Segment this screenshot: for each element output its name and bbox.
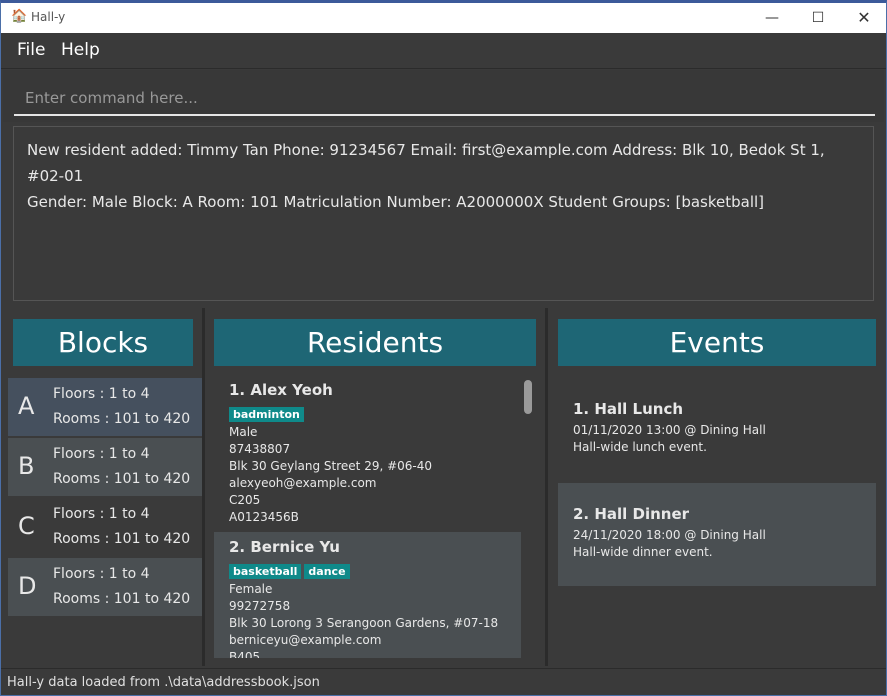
event-name: 1. Hall Lunch bbox=[573, 400, 684, 418]
block-floors: Floors : 1 to 4 bbox=[53, 386, 150, 402]
residents-header: Residents bbox=[214, 319, 536, 366]
block-letter: D bbox=[18, 572, 37, 600]
resident-address: Blk 30 Geylang Street 29, #06-40 bbox=[229, 459, 433, 473]
events-header: Events bbox=[558, 319, 876, 366]
result-line-1: New resident added: Timmy Tan Phone: 912… bbox=[27, 141, 825, 185]
block-card[interactable]: C Floors : 1 to 4 Rooms : 101 to 420 bbox=[8, 498, 202, 556]
tag-badge: basketball bbox=[229, 564, 302, 579]
resident-room: B405 bbox=[229, 650, 261, 658]
menu-bar: File Help bbox=[1, 33, 886, 69]
block-rooms: Rooms : 101 to 420 bbox=[53, 591, 191, 607]
event-name: 2. Hall Dinner bbox=[573, 505, 690, 523]
maximize-button[interactable]: ☐ bbox=[795, 3, 841, 33]
resident-room: C205 bbox=[229, 493, 261, 507]
block-card[interactable]: A Floors : 1 to 4 Rooms : 101 to 420 bbox=[8, 378, 202, 436]
block-rooms: Rooms : 101 to 420 bbox=[53, 471, 191, 487]
title-bar: 🏠 Hall-y — ☐ ✕ bbox=[1, 3, 886, 33]
event-time-venue: 24/11/2020 18:00 @ Dining Hall bbox=[573, 528, 766, 542]
resident-address: Blk 30 Lorong 3 Serangoon Gardens, #07-1… bbox=[229, 616, 499, 630]
resident-phone: 99272758 bbox=[229, 599, 291, 613]
block-rooms: Rooms : 101 to 420 bbox=[53, 411, 191, 427]
status-bar: Hall-y data loaded from .\data\addressbo… bbox=[1, 668, 886, 695]
block-card[interactable]: B Floors : 1 to 4 Rooms : 101 to 420 bbox=[8, 438, 202, 496]
minimize-button[interactable]: — bbox=[749, 3, 795, 33]
window-title: Hall-y bbox=[31, 10, 66, 24]
resident-gender: Male bbox=[229, 425, 258, 439]
block-letter: B bbox=[18, 452, 35, 480]
resident-name: 1. Alex Yeoh bbox=[229, 381, 333, 399]
result-display: New resident added: Timmy Tan Phone: 912… bbox=[13, 126, 874, 301]
app-window: 🏠 Hall-y — ☐ ✕ File Help New resident ad… bbox=[0, 0, 887, 696]
close-button[interactable]: ✕ bbox=[841, 3, 886, 33]
block-letter: C bbox=[18, 512, 35, 540]
command-input[interactable] bbox=[14, 82, 875, 116]
resident-matric: A0123456B bbox=[229, 510, 299, 524]
block-floors: Floors : 1 to 4 bbox=[53, 566, 150, 582]
tag-badge: dance bbox=[304, 564, 350, 579]
blocks-header: Blocks bbox=[13, 319, 193, 366]
resident-tags: badminton bbox=[229, 403, 506, 422]
block-rooms: Rooms : 101 to 420 bbox=[53, 531, 191, 547]
resident-phone: 87438807 bbox=[229, 442, 291, 456]
house-icon: 🏠 bbox=[11, 9, 28, 24]
menu-help[interactable]: Help bbox=[61, 40, 100, 60]
event-description: Hall-wide lunch event. bbox=[573, 440, 707, 454]
event-card[interactable]: 1. Hall Lunch 01/11/2020 13:00 @ Dining H… bbox=[558, 378, 876, 481]
tag-badge: badminton bbox=[229, 407, 304, 422]
command-box bbox=[3, 70, 884, 122]
block-floors: Floors : 1 to 4 bbox=[53, 446, 150, 462]
residents-list: 1. Alex Yeoh badminton Male 87438807 Blk 30 … bbox=[214, 375, 536, 658]
resident-card[interactable]: 1. Alex Yeoh badminton Male 87438807 Blk 30 … bbox=[214, 375, 521, 532]
resident-email: berniceyu@example.com bbox=[229, 633, 382, 647]
block-floors: Floors : 1 to 4 bbox=[53, 506, 150, 522]
block-letter: A bbox=[18, 392, 35, 420]
event-description: Hall-wide dinner event. bbox=[573, 545, 713, 559]
block-card[interactable]: D Floors : 1 to 4 Rooms : 101 to 420 bbox=[8, 558, 202, 616]
resident-gender: Female bbox=[229, 582, 273, 596]
resident-name: 2. Bernice Yu bbox=[229, 538, 340, 556]
result-line-2: Gender: Male Block: A Room: 101 Matricul… bbox=[27, 193, 765, 211]
event-card[interactable]: 2. Hall Dinner 24/11/2020 18:00 @ Dining … bbox=[558, 483, 876, 586]
menu-file[interactable]: File bbox=[17, 40, 45, 60]
resident-card[interactable]: 2. Bernice Yu basketball dance Female 992727… bbox=[214, 532, 521, 658]
resident-tags: basketball dance bbox=[229, 560, 506, 579]
scroll-thumb[interactable] bbox=[524, 380, 532, 414]
resident-email: alexyeoh@example.com bbox=[229, 476, 377, 490]
residents-scrollbar[interactable] bbox=[521, 375, 536, 658]
event-time-venue: 01/11/2020 13:00 @ Dining Hall bbox=[573, 423, 766, 437]
